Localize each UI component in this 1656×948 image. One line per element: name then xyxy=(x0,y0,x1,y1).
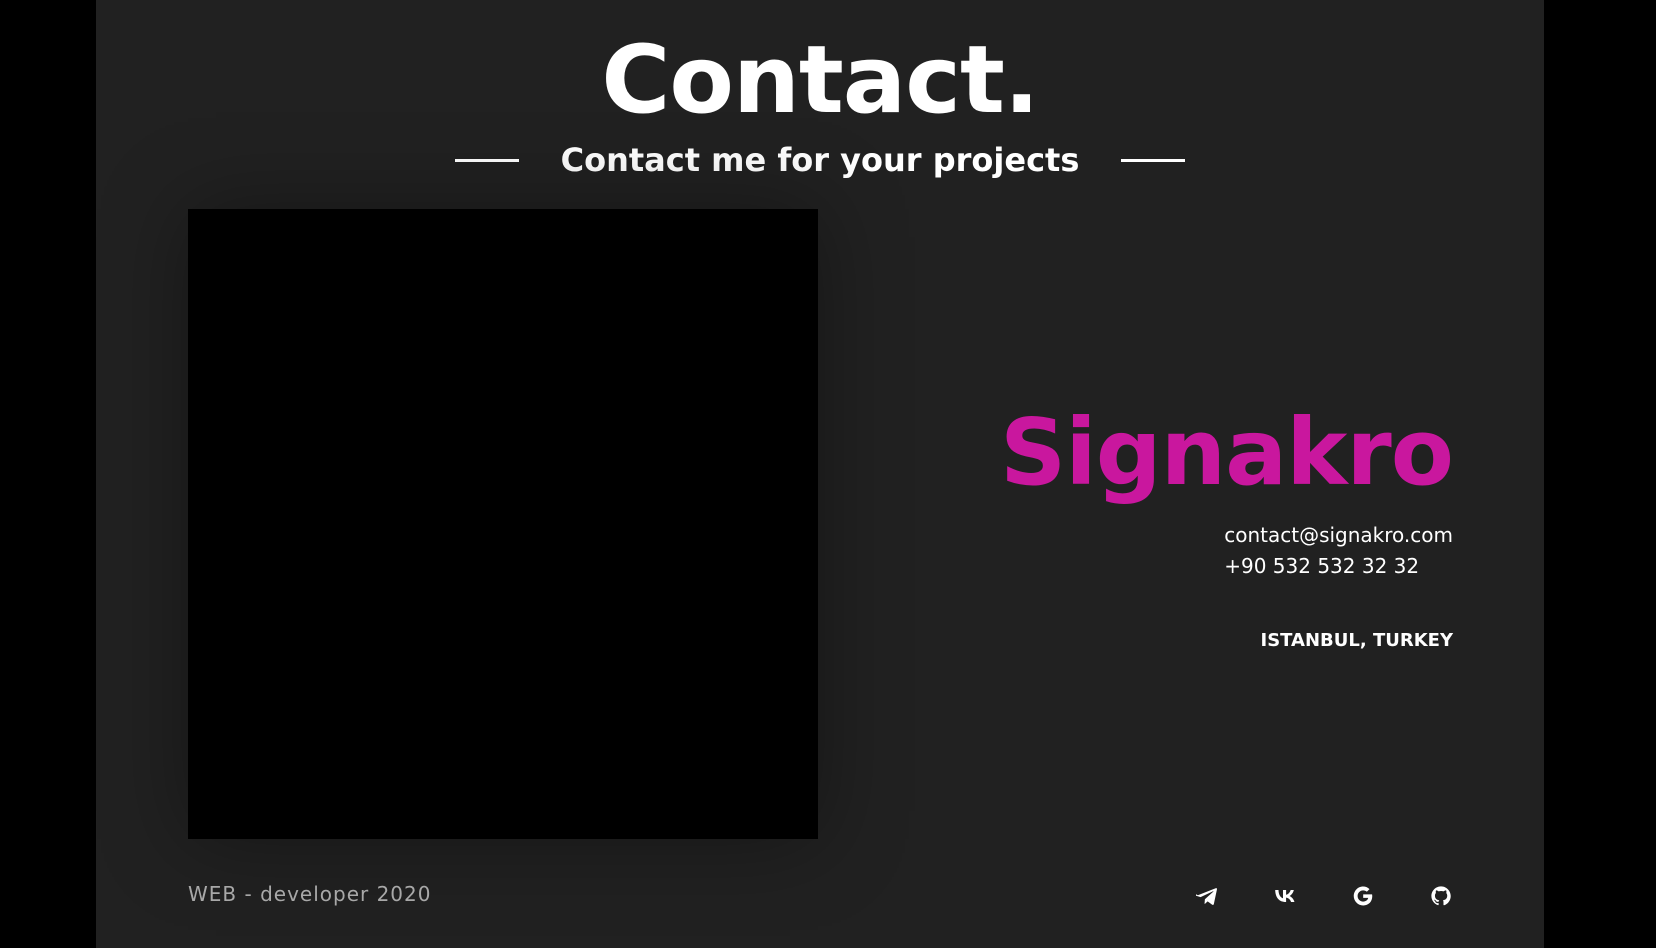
vk-link[interactable] xyxy=(1218,880,1296,912)
vk-icon xyxy=(1275,889,1295,902)
github-link[interactable] xyxy=(1374,880,1452,912)
contact-info: Signakro contact@signakro.com +90 532 53… xyxy=(813,398,1454,651)
footer-copyright: WEB - developer 2020 xyxy=(188,882,432,906)
telegram-link[interactable] xyxy=(1140,880,1218,912)
page-title: Contact. xyxy=(601,26,1039,135)
subtitle-right-rule xyxy=(1121,158,1186,162)
social-links xyxy=(1140,880,1452,912)
location-text: ISTANBUL, TURKEY xyxy=(1260,630,1453,651)
telegram-icon xyxy=(1196,888,1217,905)
phone-link[interactable]: +90 532 532 32 32 xyxy=(1224,551,1453,582)
email-link[interactable]: contact@signakro.com xyxy=(1224,520,1453,551)
google-link[interactable] xyxy=(1296,880,1374,912)
profile-image xyxy=(188,209,818,839)
google-icon xyxy=(1353,886,1373,906)
contact-lines: contact@signakro.com +90 532 532 32 32 xyxy=(1224,520,1453,582)
github-icon xyxy=(1431,886,1451,906)
subtitle-row: Contact me for your projects xyxy=(96,138,1544,182)
contact-page: Contact. Contact me for your projects Si… xyxy=(96,0,1544,948)
page-subtitle: Contact me for your projects xyxy=(560,141,1080,179)
subtitle-left-rule xyxy=(454,158,519,162)
brand-name: Signakro xyxy=(1000,399,1454,506)
